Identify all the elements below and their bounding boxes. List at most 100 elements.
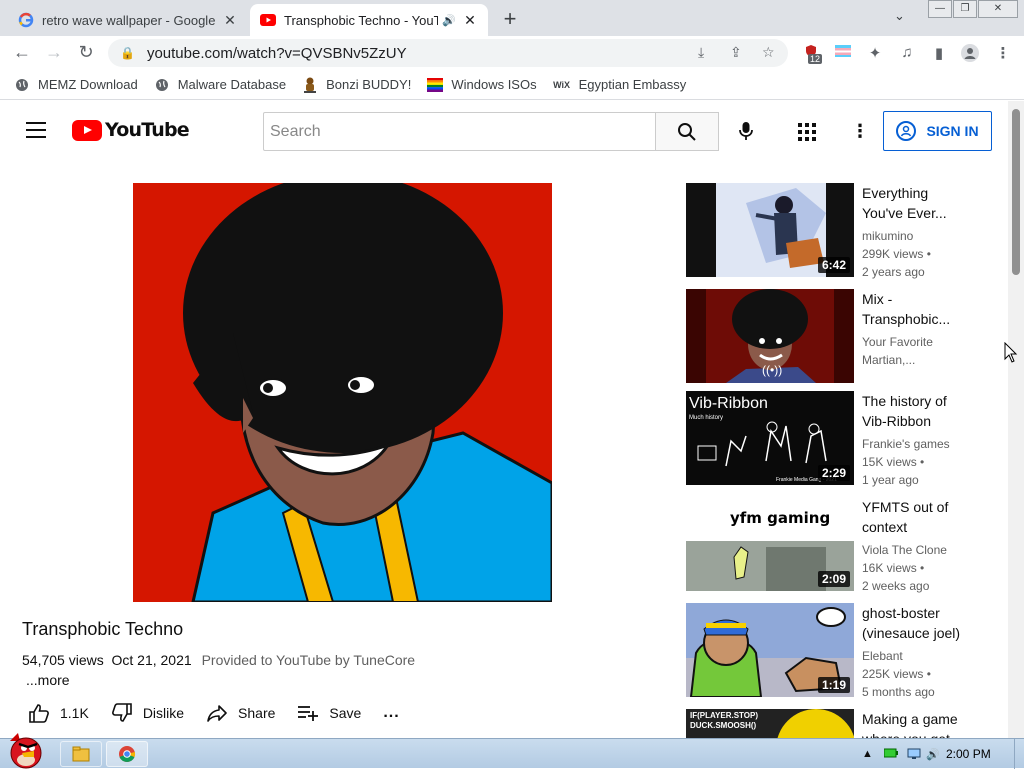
recommendation-title[interactable]: The history of Vib-Ribbon — [862, 391, 972, 431]
recommendation-title[interactable]: Mix - Transphobic... — [862, 289, 972, 329]
restore-button[interactable]: ❐ — [953, 0, 977, 18]
thumbnail-subheading: Much history — [689, 415, 724, 421]
like-button[interactable]: 1.1K — [28, 703, 89, 723]
extension-flag-icon[interactable] — [834, 44, 852, 62]
channel-name[interactable]: Frankie's games — [862, 435, 982, 453]
folder-icon — [72, 746, 90, 762]
recommendation-title[interactable]: YFMTS out of context — [862, 497, 972, 537]
search-input[interactable]: Search — [263, 112, 656, 151]
bonzi-icon — [302, 77, 318, 93]
reload-icon[interactable]: ↻ — [75, 42, 97, 63]
youtube-logo[interactable]: YouTube — [72, 119, 190, 141]
search-button[interactable] — [655, 112, 719, 151]
battery-icon[interactable] — [883, 748, 898, 761]
taskbar-explorer[interactable] — [60, 741, 102, 767]
bookmark-star-icon[interactable]: ☆ — [762, 44, 775, 61]
recommendation-meta: Viola The Clone 16K views • 2 weeks ago — [862, 541, 982, 595]
video-thumbnail[interactable]: IF(PLAYER.STOP) DUCK.SMOOSH() — [686, 709, 854, 738]
back-arrow-icon[interactable]: ← — [11, 42, 33, 63]
channel-name[interactable]: Viola The Clone — [862, 541, 982, 559]
network-icon[interactable] — [907, 748, 921, 763]
share-page-icon[interactable]: ⇪ — [730, 44, 742, 61]
video-thumbnail[interactable]: 6:42 — [686, 183, 854, 277]
save-button[interactable]: Save — [297, 704, 361, 722]
mouse-cursor-icon — [1004, 341, 1018, 369]
side-panel-icon[interactable]: ▮ — [930, 44, 948, 62]
media-controls-icon[interactable]: ♫ — [898, 44, 916, 61]
channel-name[interactable]: mikumino — [862, 227, 982, 245]
dislike-button[interactable]: Dislike — [111, 703, 184, 723]
recommendation-item[interactable]: IF(PLAYER.STOP) DUCK.SMOOSH() Making a g… — [686, 709, 986, 738]
video-thumbnail[interactable]: 1:19 — [686, 603, 854, 697]
description-more-link[interactable]: ...more — [26, 672, 70, 688]
new-tab-button[interactable]: + — [498, 6, 522, 32]
microphone-icon[interactable] — [737, 121, 755, 146]
install-app-icon[interactable]: ⤓ — [698, 44, 704, 61]
scrollbar-thumb[interactable] — [1012, 109, 1020, 275]
more-actions-button[interactable]: ... — [383, 704, 399, 722]
page-scrollbar[interactable] — [1008, 101, 1024, 738]
video-player[interactable] — [133, 183, 552, 602]
mix-thumbnail[interactable]: ((•)) — [686, 289, 854, 383]
bookmark-malware-database[interactable]: Malware Database — [154, 77, 286, 93]
menu-hamburger-icon[interactable] — [26, 122, 46, 138]
taskbar-clock[interactable]: 2:00 PM — [946, 747, 991, 761]
video-actions: 1.1K Dislike Share Save ... — [28, 701, 422, 725]
wix-icon: WiX — [553, 79, 571, 90]
recommendation-title[interactable]: ghost-boster (vinesauce joel) — [862, 603, 972, 643]
browser-toolbar: ← → ↻ 🔒 youtube.com/watch?v=QVSBNv5ZzUY … — [0, 36, 1024, 70]
recommendation-item[interactable]: Vib-Ribbon Much history Frankie Media Ga… — [686, 391, 986, 487]
video-thumbnail[interactable]: Vib-Ribbon Much history Frankie Media Ga… — [686, 391, 854, 485]
youtube-page: YouTube Search ⋮ SIGN IN Transphobic Tec… — [0, 101, 1008, 738]
view-count: 299K views — [862, 247, 924, 261]
view-count: 225K views — [862, 667, 924, 681]
thumbs-up-icon — [29, 704, 49, 723]
bookmark-memz[interactable]: MEMZ Download — [14, 77, 138, 93]
share-button[interactable]: Share — [206, 704, 275, 722]
bookmark-bonzi-buddy[interactable]: Bonzi BUDDY! — [302, 77, 411, 93]
bookmark-egyptian-embassy[interactable]: WiX Egyptian Embassy — [553, 77, 686, 93]
lock-icon[interactable]: 🔒 — [120, 46, 135, 60]
channel-name[interactable]: Your Favorite — [862, 333, 982, 351]
browser-menu-icon[interactable]: ⋮ — [994, 44, 1012, 62]
minimize-button[interactable]: — — [928, 0, 952, 18]
recommendation-meta: Frankie's games 15K views • 1 year ago — [862, 435, 982, 489]
thumbnail-heading: Vib-Ribbon — [689, 395, 768, 412]
sign-in-button[interactable]: SIGN IN — [883, 111, 992, 151]
recommendation-title[interactable]: Making a game where you get — [862, 709, 972, 738]
rainbow-icon — [427, 77, 444, 93]
show-hidden-icons-chevron-icon[interactable]: ▲ — [862, 748, 873, 760]
recommendation-meta: Your Favorite Martian,... — [862, 333, 982, 369]
recommendation-title[interactable]: Everything You've Ever... — [862, 183, 972, 223]
video-thumbnail[interactable]: yfm gaming 2:09 — [686, 497, 854, 591]
like-count: 1.1K — [60, 705, 89, 721]
channel-name[interactable]: Elebant — [862, 647, 982, 665]
bookmark-windows-isos[interactable]: Windows ISOs — [427, 77, 537, 93]
search-placeholder: Search — [270, 122, 321, 140]
tab-google-search[interactable]: retro wave wallpaper - Google ✕ — [8, 4, 248, 36]
video-duration: 6:42 — [817, 257, 850, 273]
settings-more-icon[interactable]: ⋮ — [851, 121, 869, 142]
recommendation-item[interactable]: yfm gaming 2:09 YFMTS out of context Vio… — [686, 497, 986, 593]
profile-avatar-icon[interactable] — [961, 44, 979, 66]
close-tab-icon[interactable]: ✕ — [462, 12, 478, 29]
tab-search-chevron-icon[interactable]: ⌄ — [894, 8, 905, 24]
bookmark-label: Malware Database — [177, 77, 287, 92]
recommendation-item[interactable]: 1:19 ghost-boster (vinesauce joel) Eleba… — [686, 603, 986, 699]
recommendation-item[interactable]: ((•)) Mix - Transphobic... Your Favorite… — [686, 289, 986, 383]
close-window-button[interactable]: ✕ — [978, 0, 1018, 18]
thumbnail-heading: yfm gaming — [730, 509, 831, 527]
show-desktop-button[interactable] — [1014, 739, 1024, 769]
forward-arrow-icon[interactable]: → — [43, 42, 65, 63]
recommendation-item[interactable]: 6:42 Everything You've Ever... mikumino … — [686, 183, 986, 279]
taskbar-chrome[interactable] — [106, 741, 148, 767]
windows-taskbar: ▲ 🔊 2:00 PM — [0, 733, 1024, 769]
address-bar[interactable]: 🔒 youtube.com/watch?v=QVSBNv5ZzUY ⤓ ⇪ ☆ — [108, 39, 788, 67]
apps-grid-icon[interactable] — [798, 123, 816, 146]
tab-youtube-video[interactable]: Transphobic Techno - YouT 🔊 ✕ — [250, 4, 488, 36]
volume-icon[interactable]: 🔊 — [926, 748, 940, 761]
puzzle-extensions-icon[interactable]: ✦ — [866, 44, 884, 62]
close-tab-icon[interactable]: ✕ — [222, 12, 238, 29]
speaker-icon[interactable]: 🔊 — [442, 14, 456, 27]
share-arrow-icon — [207, 705, 227, 722]
